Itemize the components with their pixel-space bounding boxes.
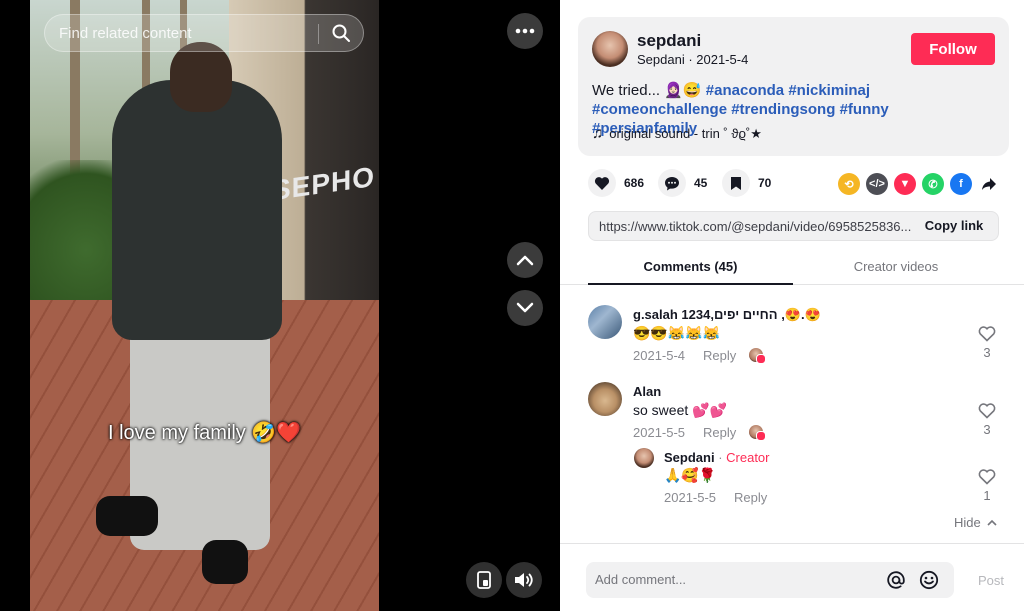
comment-like-count: 3	[983, 345, 991, 360]
copy-link-button[interactable]: Copy link	[910, 212, 998, 240]
more-options-button[interactable]	[507, 13, 543, 49]
details-panel: sepdani Sepdani · 2021-5-4 Follow We tri…	[560, 0, 1024, 611]
emoji-icon[interactable]	[919, 570, 939, 595]
like-action[interactable]: 686	[588, 169, 644, 197]
send-icon[interactable]: ▼	[894, 173, 916, 195]
hide-label: Hide	[954, 515, 981, 530]
comment-input[interactable]: Add comment...	[586, 562, 954, 598]
heart-outline-icon	[978, 403, 996, 419]
hide-replies-button[interactable]: Hide	[954, 515, 997, 530]
share-arrow-icon[interactable]	[978, 173, 1000, 195]
heart-outline-icon	[978, 326, 996, 342]
embed-icon[interactable]: </>	[866, 173, 888, 195]
separator-dot: ·	[714, 450, 727, 465]
shoe	[96, 496, 158, 536]
man-head	[170, 42, 232, 112]
video-player[interactable]: SEPHO I love my family 🤣❤️ Find related …	[0, 0, 560, 611]
video-caption-overlay: I love my family 🤣❤️	[108, 422, 302, 444]
comment-text: 😎😎😹😹😹	[633, 325, 721, 341]
speaker-icon	[515, 573, 533, 587]
video-frame[interactable]: SEPHO I love my family 🤣❤️	[30, 0, 379, 611]
comment-like-count: 3	[983, 422, 991, 437]
post-comment-button[interactable]: Post	[978, 573, 1004, 588]
save-count: 70	[758, 176, 772, 190]
video-url[interactable]: https://www.tiktok.com/@sepdani/video/69…	[599, 219, 919, 234]
commenter-name[interactable]: g.salah 1234,החיים יפים ,😍.😍	[633, 307, 821, 323]
repost-icon[interactable]: ⟲	[838, 173, 860, 195]
commenter-avatar[interactable]	[588, 305, 622, 339]
previous-video-button[interactable]	[507, 242, 543, 278]
reply-author-name: Sepdani	[664, 450, 715, 465]
hashtag-link[interactable]: #anaconda	[706, 82, 784, 99]
tab-creator-videos[interactable]: Creator videos	[796, 259, 996, 274]
man-jacket	[112, 80, 282, 340]
reply-button[interactable]: Reply	[703, 348, 736, 363]
mini-player-icon	[477, 571, 491, 589]
chevron-down-icon	[516, 302, 534, 313]
hashtag-link[interactable]: #comeonchallenge	[592, 101, 727, 118]
author-username[interactable]: sepdani	[637, 31, 701, 51]
post-info-card: sepdani Sepdani · 2021-5-4 Follow We tri…	[578, 17, 1009, 156]
creator-label: Creator	[726, 450, 770, 465]
reply-author[interactable]: Sepdani · Creator	[664, 450, 770, 465]
heart-icon[interactable]	[588, 169, 616, 197]
like-count: 686	[624, 176, 645, 190]
commenter-name[interactable]: Alan	[633, 384, 661, 399]
bookmark-icon[interactable]	[722, 169, 750, 197]
facebook-icon[interactable]: f	[950, 173, 972, 195]
comment-placeholder: Add comment...	[595, 572, 687, 587]
reply-like-button[interactable]: 1	[975, 469, 999, 503]
more-dots-icon	[515, 28, 535, 34]
comment-text: so sweet 💕💕	[633, 402, 728, 418]
mention-icon[interactable]	[886, 570, 906, 595]
search-icon[interactable]	[331, 23, 351, 48]
comment-date: 2021-5-4	[633, 348, 686, 363]
reply-button[interactable]: Reply	[734, 490, 767, 505]
heart-outline-icon	[978, 469, 996, 485]
creator-liked-avatar	[749, 425, 766, 441]
hashtag-link[interactable]: #trendingsong	[731, 101, 835, 118]
reply-text: 🙏🥰🌹	[664, 467, 717, 483]
whatsapp-icon[interactable]: ✆	[922, 173, 944, 195]
divider	[318, 24, 319, 44]
hashtag-link[interactable]: #funny	[840, 101, 889, 118]
music-note-icon: ♫	[592, 125, 604, 142]
comment-composer: Add comment... Post	[560, 543, 1024, 611]
hashtag-link[interactable]: #nickiminaj	[788, 82, 870, 99]
active-tab-indicator	[588, 283, 793, 285]
author-meta: Sepdani · 2021-5-4	[637, 52, 749, 67]
description-text: We tried... 🧕🏻😅	[592, 82, 702, 99]
reply-date: 2021-5-5	[664, 490, 717, 505]
reply-button[interactable]: Reply	[703, 425, 736, 440]
author-avatar[interactable]	[592, 31, 628, 67]
tab-comments[interactable]: Comments (45)	[588, 259, 793, 274]
comment-like-button[interactable]: 3	[975, 403, 999, 437]
next-video-button[interactable]	[507, 290, 543, 326]
comment-like-button[interactable]: 3	[975, 326, 999, 360]
creator-avatar[interactable]	[634, 448, 654, 468]
comment-bubble-icon[interactable]	[658, 169, 686, 197]
picture-in-picture-button[interactable]	[466, 562, 502, 598]
related-search-input[interactable]: Find related content	[44, 14, 364, 52]
creator-liked-avatar	[749, 348, 766, 364]
chevron-up-icon	[516, 255, 534, 266]
search-placeholder: Find related content	[59, 25, 192, 42]
comment-action[interactable]: 45	[658, 169, 707, 197]
reply-like-count: 1	[983, 488, 991, 503]
volume-button[interactable]	[506, 562, 542, 598]
chevron-up-icon	[987, 519, 997, 526]
comment-count: 45	[694, 176, 708, 190]
panel-tabs: Comments (45) Creator videos	[560, 251, 1024, 285]
comment-date: 2021-5-5	[633, 425, 686, 440]
sound-name: original sound - trin ˚ ϑϱ˚★	[609, 125, 762, 141]
commenter-avatar[interactable]	[588, 382, 622, 416]
shoe	[202, 540, 248, 584]
follow-button[interactable]: Follow	[911, 33, 995, 65]
sound-link[interactable]: ♫ original sound - trin ˚ ϑϱ˚★	[592, 125, 762, 142]
save-action[interactable]: 70	[722, 169, 771, 197]
video-link-box: https://www.tiktok.com/@sepdani/video/69…	[588, 211, 999, 241]
